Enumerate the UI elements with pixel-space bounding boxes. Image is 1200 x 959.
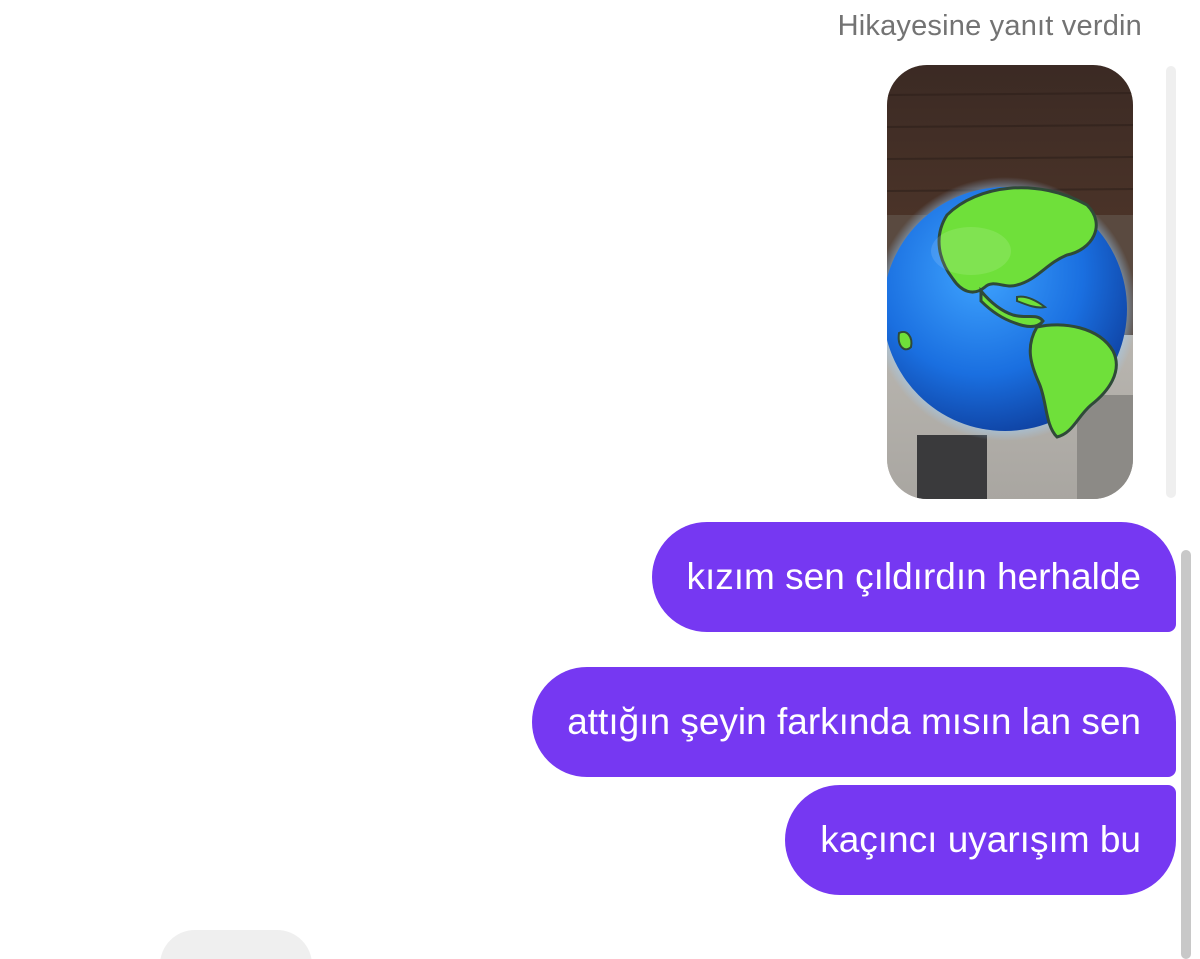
sent-message-bubble[interactable]: kızım sen çıldırdın herhalde [651, 522, 1176, 632]
story-thumbnail[interactable] [887, 65, 1133, 499]
story-reply-bar [1166, 66, 1176, 498]
earth-globe-icon [887, 65, 1133, 499]
sent-message-bubble[interactable]: kaçıncı uyarışım bu [785, 785, 1176, 895]
received-message-bubble[interactable] [160, 930, 312, 959]
story-reply-caption: Hikayesine yanıt verdin [837, 10, 1142, 42]
chat-thread: Hikayesine yanıt verdin kızım sen çıldır… [0, 0, 1200, 959]
scrollbar[interactable] [1181, 550, 1191, 959]
sent-message-bubble[interactable]: attığın şeyin farkında mısın lan sen [532, 667, 1176, 777]
